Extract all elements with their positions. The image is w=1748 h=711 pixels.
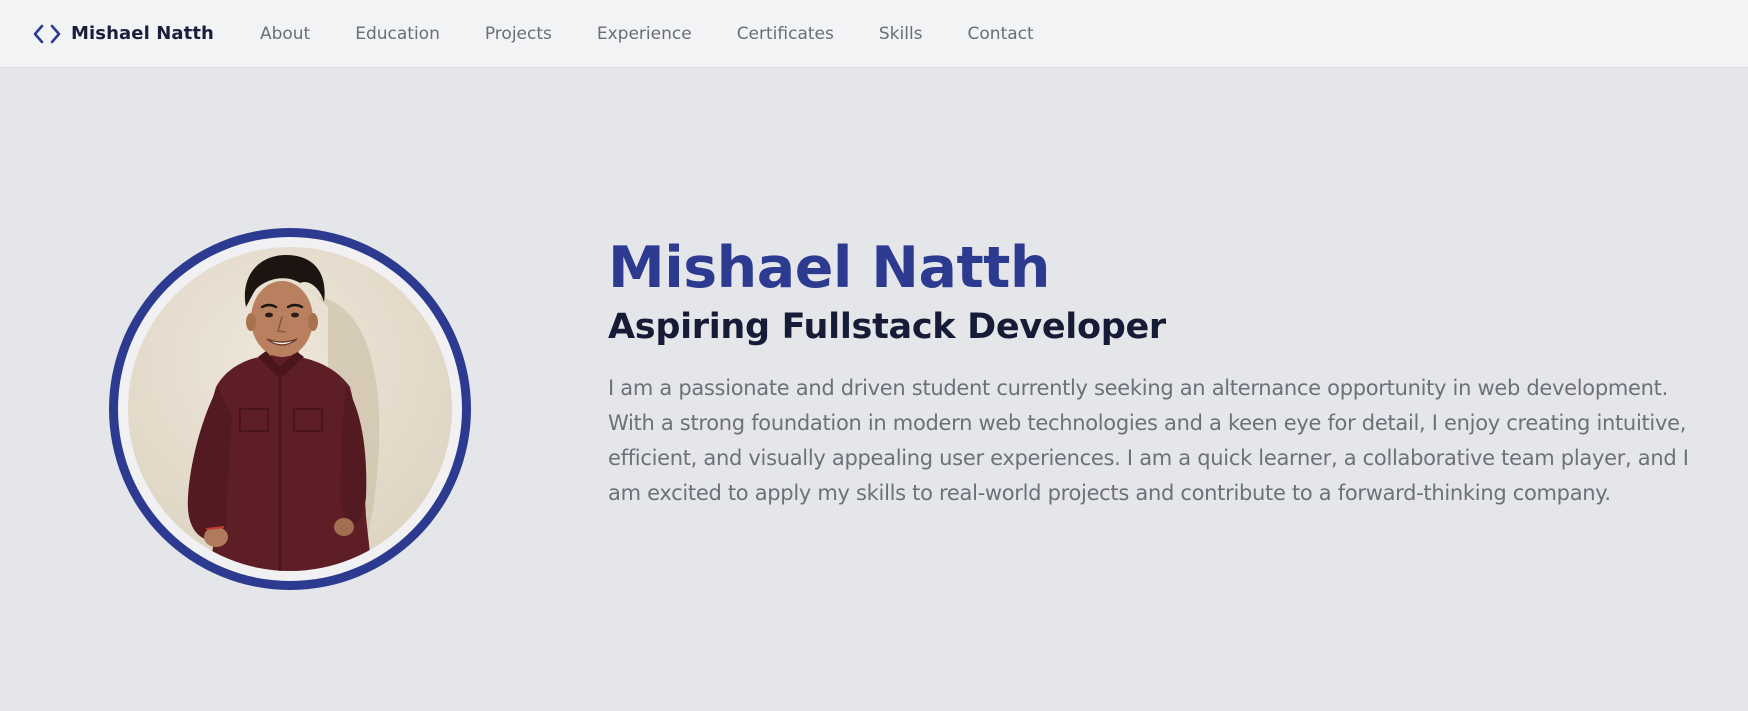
hero-bio: I am a passionate and driven student cur… xyxy=(608,376,1689,505)
top-navbar: Mishael Natth About Education Projects E… xyxy=(0,0,1748,68)
nav-link-skills[interactable]: Skills xyxy=(879,24,923,44)
brand-home-link[interactable]: Mishael Natth xyxy=(32,23,214,45)
nav-link-experience[interactable]: Experience xyxy=(597,24,692,44)
hero-intro: Mishael Natth Aspiring Fullstack Develop… xyxy=(608,235,1718,511)
nav-links: About Education Projects Experience Cert… xyxy=(260,24,1079,44)
nav-link-contact[interactable]: Contact xyxy=(968,24,1034,44)
nav-link-about[interactable]: About xyxy=(260,24,310,44)
nav-link-projects[interactable]: Projects xyxy=(485,24,552,44)
code-brackets-icon xyxy=(33,24,61,43)
profile-photo-border xyxy=(118,237,462,581)
profile-photo xyxy=(128,247,452,571)
nav-link-education[interactable]: Education xyxy=(355,24,440,44)
nav-link-certificates[interactable]: Certificates xyxy=(737,24,834,44)
brand-name: Mishael Natth xyxy=(71,23,214,44)
profile-photo-frame xyxy=(109,228,471,590)
hero-section: Mishael Natth Aspiring Fullstack Develop… xyxy=(0,68,1748,711)
hero-role: Aspiring Fullstack Developer xyxy=(608,307,1166,347)
hero-name: Mishael Natth xyxy=(608,235,1051,301)
